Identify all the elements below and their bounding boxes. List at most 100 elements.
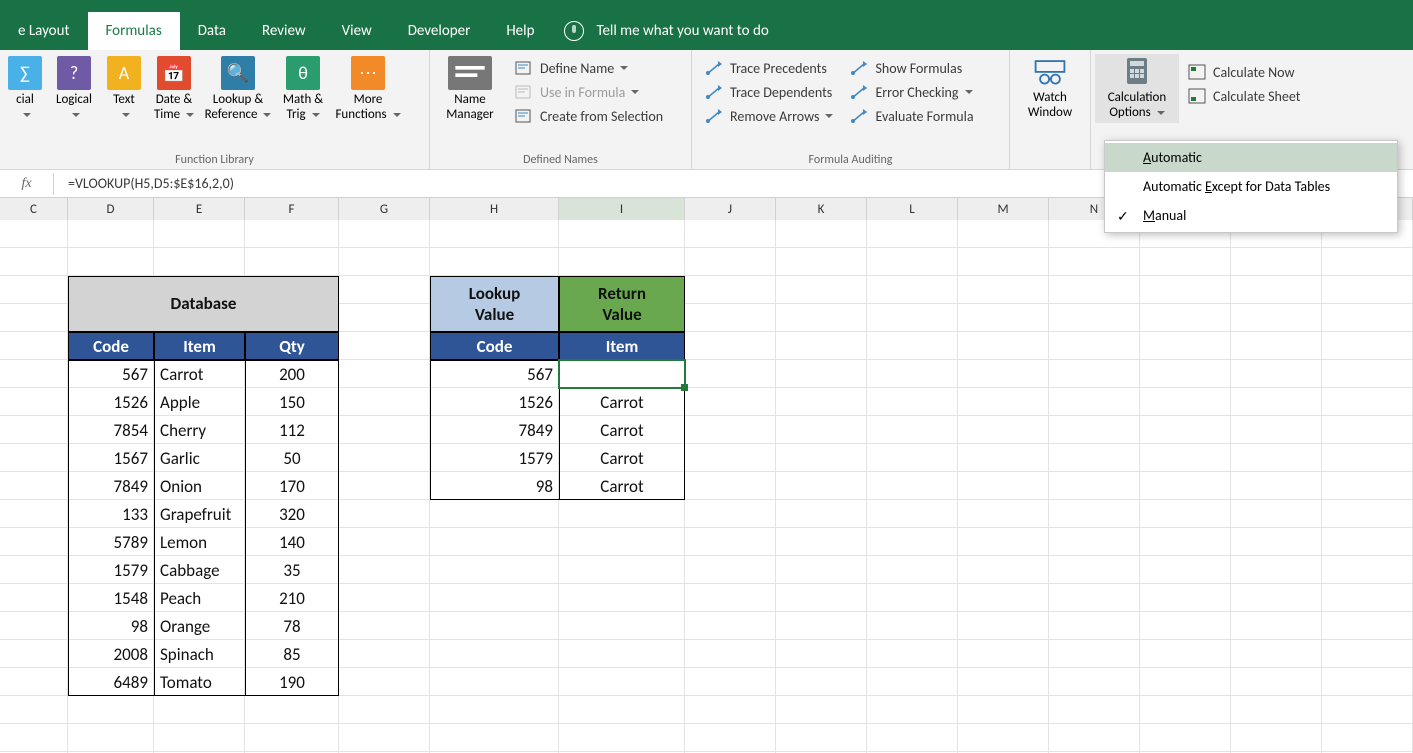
- cell[interactable]: LookupValue: [430, 276, 559, 332]
- cell[interactable]: Item: [154, 332, 245, 360]
- cell[interactable]: Code: [430, 332, 559, 360]
- cell[interactable]: Garlic: [154, 444, 245, 472]
- cell[interactable]: Apple: [154, 388, 245, 416]
- cell[interactable]: 170: [245, 472, 339, 500]
- cell[interactable]: Lemon: [154, 528, 245, 556]
- cell[interactable]: 1526: [68, 388, 154, 416]
- cell[interactable]: Carrot: [559, 444, 685, 472]
- cell[interactable]: 200: [245, 360, 339, 388]
- cell[interactable]: 2008: [68, 640, 154, 668]
- col-header-C[interactable]: C: [0, 198, 68, 220]
- define-name-button[interactable]: Define Name: [506, 56, 671, 80]
- cell[interactable]: Code: [68, 332, 154, 360]
- cell[interactable]: Carrot: [154, 360, 245, 388]
- col-header-K[interactable]: K: [776, 198, 867, 220]
- cell[interactable]: 1526: [430, 388, 559, 416]
- col-header-M[interactable]: M: [958, 198, 1049, 220]
- cell[interactable]: 85: [245, 640, 339, 668]
- cell[interactable]: 6489: [68, 668, 154, 696]
- cell[interactable]: Cabbage: [154, 556, 245, 584]
- fx-label[interactable]: fx: [0, 173, 54, 195]
- cell[interactable]: Tomato: [154, 668, 245, 696]
- cell[interactable]: 190: [245, 668, 339, 696]
- tell-me[interactable]: Tell me what you want to do: [564, 12, 768, 50]
- col-header-G[interactable]: G: [339, 198, 430, 220]
- cell[interactable]: 567: [68, 360, 154, 388]
- cell[interactable]: 7854: [68, 416, 154, 444]
- cell[interactable]: Orange: [154, 612, 245, 640]
- fn-text-button[interactable]: AText: [102, 54, 146, 125]
- menu-item-automatic[interactable]: Automatic: [1105, 143, 1397, 172]
- col-header-E[interactable]: E: [154, 198, 245, 220]
- spreadsheet-grid[interactable]: DatabaseCodeItemQty567Carrot2001526Apple…: [0, 220, 1413, 753]
- tab-review[interactable]: Review: [244, 12, 324, 50]
- cell[interactable]: 7849: [430, 416, 559, 444]
- watch-window-button[interactable]: Watch Window: [1014, 54, 1086, 123]
- tab-help[interactable]: Help: [488, 12, 552, 50]
- fill-handle[interactable]: [681, 384, 688, 391]
- col-header-D[interactable]: D: [68, 198, 154, 220]
- cell[interactable]: Carrot: [559, 360, 685, 388]
- cell[interactable]: 5789: [68, 528, 154, 556]
- cell[interactable]: 35: [245, 556, 339, 584]
- cell[interactable]: 567: [430, 360, 559, 388]
- cell[interactable]: Peach: [154, 584, 245, 612]
- cell[interactable]: 1579: [430, 444, 559, 472]
- tab-data[interactable]: Data: [180, 12, 244, 50]
- evaluate-formula-button[interactable]: Evaluate Formula: [841, 104, 981, 128]
- calculate-sheet-button[interactable]: Calculate Sheet: [1179, 84, 1308, 108]
- tab-formulas[interactable]: Formulas: [88, 12, 180, 50]
- formula-input[interactable]: =VLOOKUP(H5,D5:$E$16,2,0): [54, 175, 234, 192]
- cell[interactable]: 112: [245, 416, 339, 444]
- cell[interactable]: 7849: [68, 472, 154, 500]
- fn-lookup-reference-button[interactable]: 🔍Lookup &Reference: [202, 54, 274, 125]
- tab-developer[interactable]: Developer: [390, 12, 489, 50]
- cell[interactable]: 1548: [68, 584, 154, 612]
- cell[interactable]: Onion: [154, 472, 245, 500]
- tab-e-layout[interactable]: e Layout: [0, 12, 88, 50]
- fn-logical-button[interactable]: ?Logical: [46, 54, 102, 125]
- fn-date-time-button[interactable]: 📅Date &Time: [146, 54, 202, 125]
- name-manager-button[interactable]: Name Manager: [434, 54, 506, 125]
- cell[interactable]: ReturnValue: [559, 276, 685, 332]
- cell[interactable]: Item: [559, 332, 685, 360]
- calculation-options-button[interactable]: Calculation Options: [1095, 54, 1179, 123]
- error-checking-button[interactable]: Error Checking: [841, 80, 981, 104]
- col-header-I[interactable]: I: [559, 198, 685, 220]
- cell[interactable]: 1567: [68, 444, 154, 472]
- cell[interactable]: Carrot: [559, 472, 685, 500]
- cell[interactable]: Database: [68, 276, 339, 332]
- cell[interactable]: 150: [245, 388, 339, 416]
- cell[interactable]: Spinach: [154, 640, 245, 668]
- fn-morefunctions-button[interactable]: ⋯MoreFunctions: [332, 54, 404, 125]
- remove-arrows-button[interactable]: Remove Arrows: [696, 104, 841, 128]
- cell[interactable]: Grapefruit: [154, 500, 245, 528]
- trace-dependents-button[interactable]: Trace Dependents: [696, 80, 841, 104]
- menu-item-automatic-except[interactable]: Automatic Except for Data Tables: [1105, 172, 1397, 201]
- col-header-F[interactable]: F: [245, 198, 339, 220]
- cell[interactable]: 98: [430, 472, 559, 500]
- tab-view[interactable]: View: [324, 12, 390, 50]
- calculate-now-button[interactable]: Calculate Now: [1179, 60, 1308, 84]
- col-header-J[interactable]: J: [685, 198, 776, 220]
- cell[interactable]: 78: [245, 612, 339, 640]
- cell[interactable]: Qty: [245, 332, 339, 360]
- cell[interactable]: 210: [245, 584, 339, 612]
- cell[interactable]: 98: [68, 612, 154, 640]
- col-header-L[interactable]: L: [867, 198, 958, 220]
- cell[interactable]: 50: [245, 444, 339, 472]
- cell[interactable]: 133: [68, 500, 154, 528]
- cell[interactable]: 1579: [68, 556, 154, 584]
- cell[interactable]: Carrot: [559, 416, 685, 444]
- cell[interactable]: 140: [245, 528, 339, 556]
- create-from-selection-button[interactable]: Create from Selection: [506, 104, 671, 128]
- fn-math-trig-button[interactable]: θMath &Trig: [274, 54, 332, 125]
- cell[interactable]: 320: [245, 500, 339, 528]
- trace-precedents-button[interactable]: Trace Precedents: [696, 56, 841, 80]
- cell[interactable]: Carrot: [559, 388, 685, 416]
- menu-item-manual[interactable]: ✓ Manual: [1105, 201, 1397, 230]
- show-formulas-button[interactable]: Show Formulas: [841, 56, 981, 80]
- fn-cial-button[interactable]: ∑cial: [4, 54, 46, 125]
- cell[interactable]: Cherry: [154, 416, 245, 444]
- col-header-H[interactable]: H: [430, 198, 559, 220]
